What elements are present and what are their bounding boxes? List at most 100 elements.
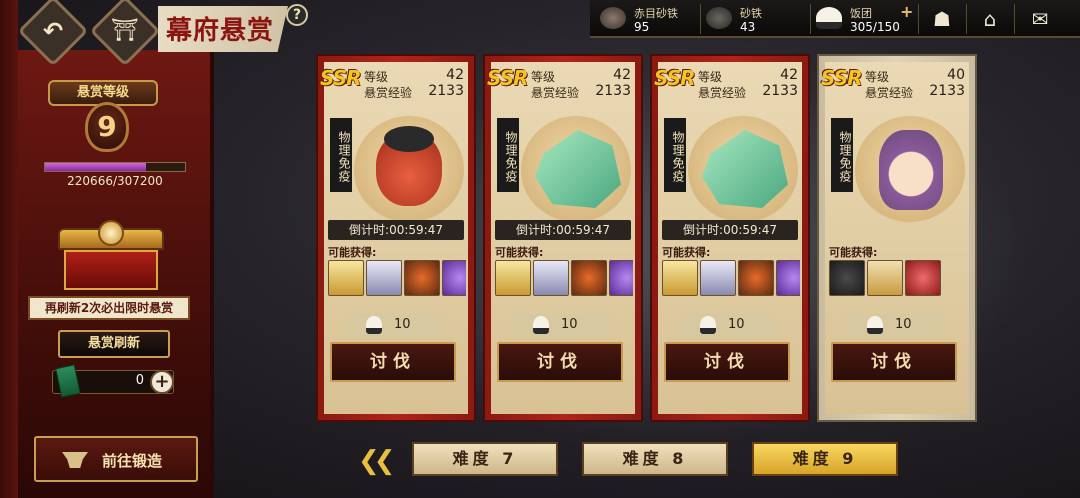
horse-figure [702,130,788,208]
countdown-value: 00:59:47 [389,223,443,237]
chest-body [64,250,158,290]
cost-value: 10 [728,317,745,332]
difficulty-9-button[interactable]: 难度 9 [752,442,898,476]
countdown-value: 00:59:47 [556,223,610,237]
horse-figure [535,130,621,208]
resource-name: 砂铁 [740,7,762,20]
crystal-icon[interactable] [609,260,633,296]
orb-icon[interactable] [571,260,607,296]
resource-red-iron: 赤目砂铁 95 [600,3,700,35]
card-level-value: 42 [780,67,798,83]
silver-ingot-icon[interactable] [533,260,569,296]
resource-separator [810,4,811,34]
torii-icon: ⛩ [111,18,139,43]
bounty-exp-fill [45,163,146,171]
resource-name: 饭团 [850,7,872,20]
physical-immunity-tag: 物理免疫 [831,118,853,192]
bounty-exp-text: 220666/307200 [67,174,163,188]
attack-button[interactable]: 讨伐 [497,342,623,382]
crystal-icon[interactable] [442,260,466,296]
attack-button[interactable]: 讨伐 [330,342,456,382]
reward-items [328,260,466,296]
mail-icon[interactable]: ✉ [1018,2,1062,36]
ssr-rarity-icon: SSR [487,66,528,90]
bounty-card[interactable]: SSR 等级 悬赏经验 42 2133 物理免疫 倒计时:00:59:47 可能… [650,54,810,422]
card-exp-label: 悬赏经验 [364,86,413,100]
ssr-rarity-icon: SSR [821,66,862,90]
card-exp-value: 2133 [595,83,631,99]
bounty-refresh-button[interactable]: 悬赏刷新 [58,330,170,358]
chest-seal-icon [98,220,124,246]
horse-monster-portrait [688,116,798,224]
countdown-timer: 倒计时:00:59:47 [662,220,798,240]
bounty-exp-bar [44,162,186,172]
anvil-icon [62,452,88,468]
horse-monster-portrait [521,116,631,224]
card-level-value: 42 [613,67,631,83]
go-forge-label: 前往锻造 [102,452,163,470]
countdown-timer: 倒计时:00:59:47 [328,220,464,240]
card-exp-value: 2133 [929,83,965,99]
add-rice-ball-button[interactable]: + [900,2,913,21]
bounty-card[interactable]: SSR 等级 悬赏经验 42 2133 物理免疫 倒计时:00:59:47 可能… [316,54,476,422]
bounty-card[interactable]: SSR 等级 悬赏经验 42 2133 物理免疫 倒计时:00:59:47 可能… [483,54,643,422]
red-iron-sand-icon [600,7,626,29]
rice-ball-icon [366,316,382,334]
resource-separator [700,4,701,34]
add-scroll-button[interactable]: + [150,370,174,394]
card-level-label: 等级 [531,70,556,84]
may-get-label: 可能获得: [495,246,544,259]
countdown-timer: 倒计时:00:59:47 [495,220,631,240]
bounty-level-badge: 9 [85,102,129,152]
resource-separator [1014,4,1015,34]
cost-display: 10 [847,314,943,336]
ssr-rarity-icon: SSR [654,66,695,90]
rice-ball-icon [533,316,549,334]
double-chevron-left-icon[interactable]: ❮❮ [358,446,395,476]
difficulty-7-button[interactable]: 难度 7 [412,442,558,476]
reward-items [662,260,800,296]
treasure-chest-icon[interactable] [52,220,170,294]
girl-figure [879,130,943,210]
shikigami-icon[interactable]: ☗ [920,2,964,36]
card-exp-label: 悬赏经验 [531,86,580,100]
silver-ingot-icon[interactable] [366,260,402,296]
gold-ingot-icon[interactable] [328,260,364,296]
mystery-item-icon[interactable] [867,260,903,296]
cost-value: 10 [895,317,912,332]
card-level-label: 等级 [364,70,389,84]
physical-immunity-tag: 物理免疫 [664,118,686,192]
gold-ingot-icon[interactable] [662,260,698,296]
crystal-icon[interactable] [776,260,800,296]
attack-button[interactable]: 讨伐 [664,342,790,382]
card-exp-label: 悬赏经验 [865,86,914,100]
iron-sand-pile-icon[interactable] [829,260,865,296]
reward-items [829,260,967,296]
courtyard-icon[interactable]: ⌂ [968,2,1012,36]
resource-name: 赤目砂铁 [634,7,678,20]
boar-figure [376,126,442,206]
cost-value: 10 [394,317,411,332]
gold-ingot-icon[interactable] [495,260,531,296]
fox-girl-portrait [855,116,965,224]
resource-separator [918,4,919,34]
resource-value: 43 [740,20,756,34]
cost-display: 10 [346,314,442,336]
resource-value: 95 [634,20,650,34]
attack-button[interactable]: 讨伐 [831,342,957,382]
orb-icon[interactable] [738,260,774,296]
boar-monster-portrait [354,116,464,224]
difficulty-8-button[interactable]: 难度 8 [582,442,728,476]
reward-items [495,260,633,296]
back-arrow-icon: ↶ [42,17,64,45]
go-forge-button[interactable]: 前往锻造 [34,436,198,482]
orb-icon[interactable] [404,260,440,296]
countdown-label: 倒计时: [516,223,557,237]
bounty-card[interactable]: SSR 等级 悬赏经验 40 2133 物理免疫 可能获得: 10 讨伐 [817,54,977,422]
red-crystal-icon[interactable] [905,260,941,296]
card-exp-label: 悬赏经验 [698,86,747,100]
iron-sand-icon [706,7,732,29]
silver-ingot-icon[interactable] [700,260,736,296]
help-button[interactable]: ? [286,4,308,26]
card-exp-value: 2133 [428,83,464,99]
